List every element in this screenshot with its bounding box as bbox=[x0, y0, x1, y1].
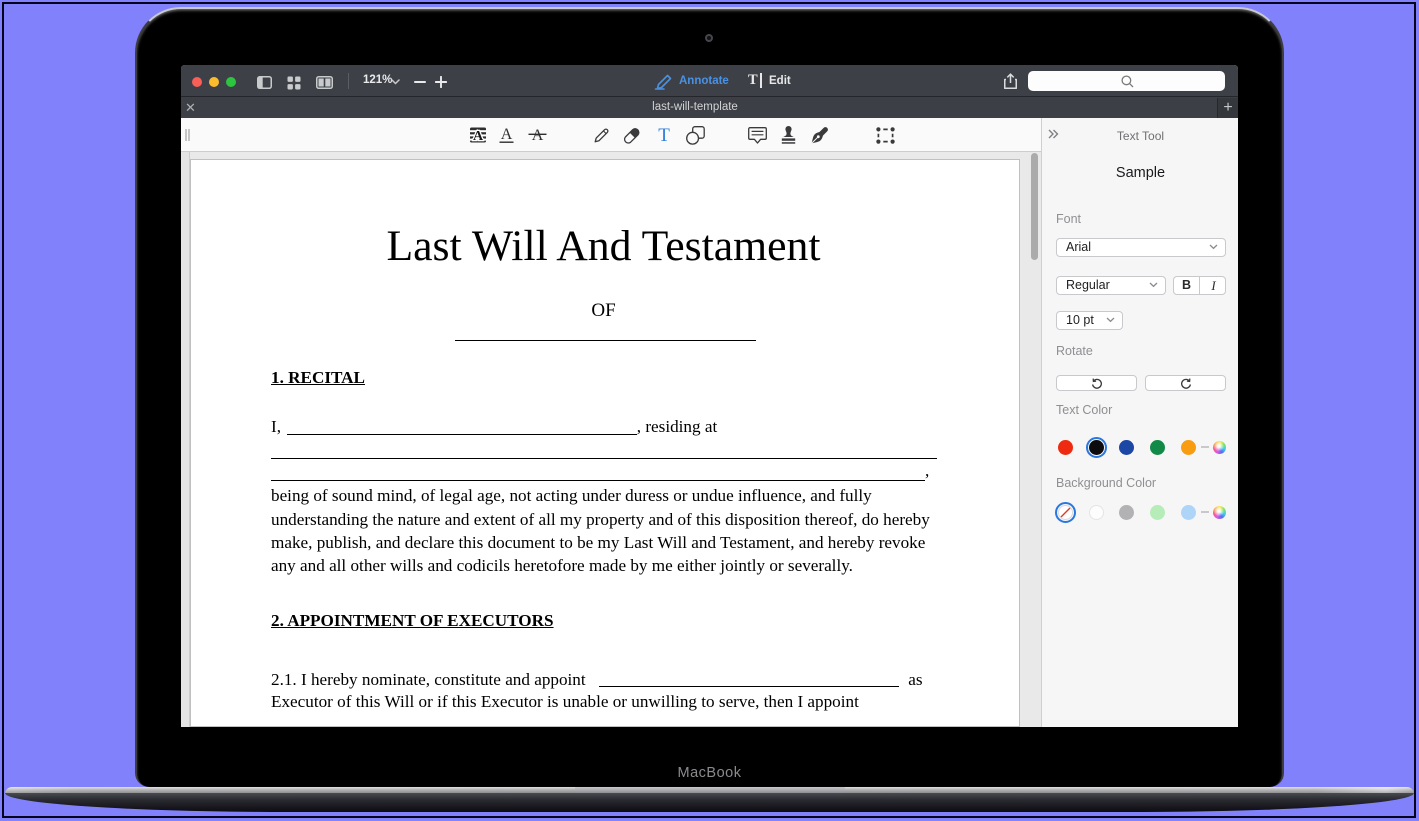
svg-text:A: A bbox=[532, 127, 544, 144]
svg-text:T: T bbox=[658, 125, 670, 145]
svg-text:A: A bbox=[501, 126, 513, 143]
svg-text:A: A bbox=[473, 129, 484, 143]
